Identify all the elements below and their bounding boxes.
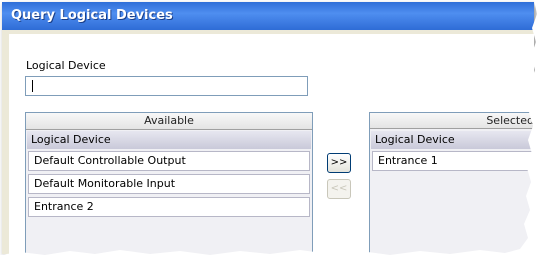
screenshot-canvas: Query Logical Devices Logical Device Ava… <box>0 0 544 261</box>
torn-edge-mask <box>0 0 544 261</box>
